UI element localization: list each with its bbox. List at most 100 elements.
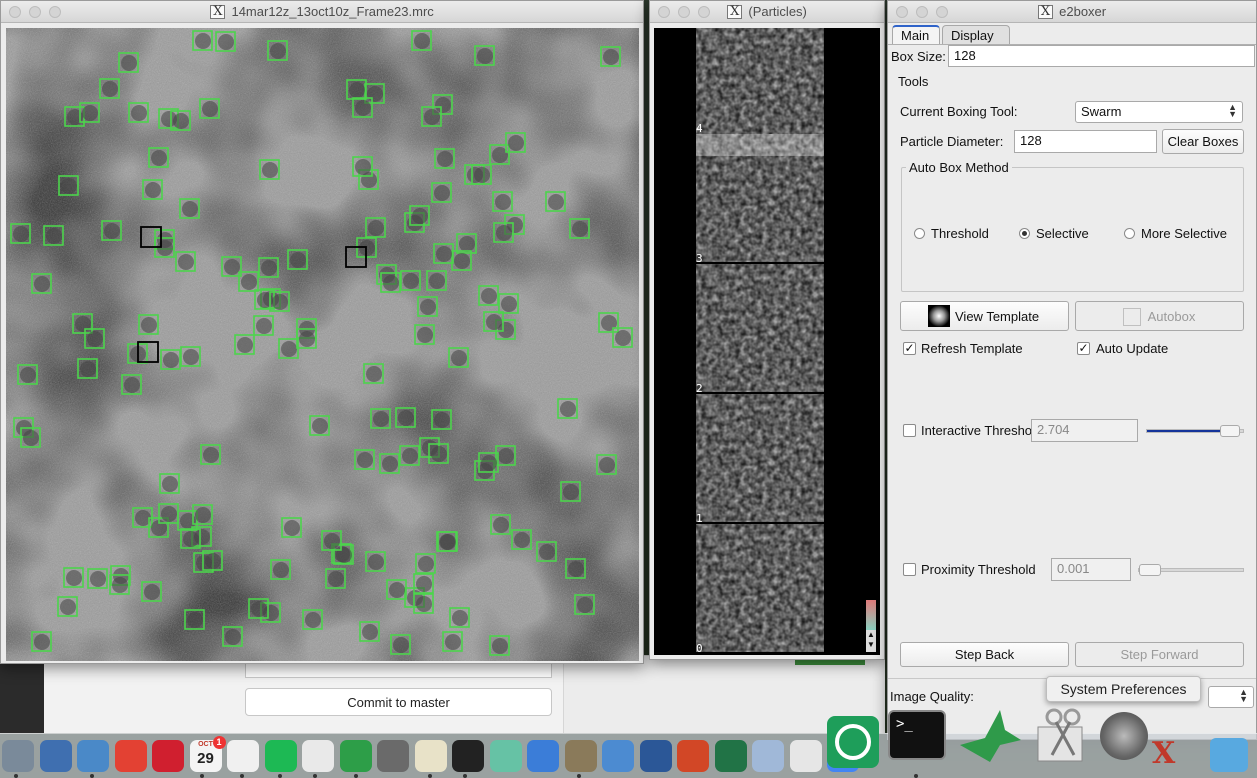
scissors-icon[interactable] (1034, 705, 1090, 765)
particles-scroll-indicator[interactable]: ▲ ▼ (866, 600, 876, 652)
zoom-button[interactable] (49, 6, 61, 18)
auto-update-checkbox[interactable]: ✓ (1077, 342, 1090, 355)
particle-tile[interactable] (696, 134, 824, 262)
system-preferences-icon[interactable] (1100, 712, 1148, 760)
particle-tile[interactable] (696, 524, 824, 652)
interactive-threshold-label[interactable]: Interactive Threshold (921, 423, 1042, 438)
micrograph-svg[interactable] (6, 28, 639, 661)
step-back-button[interactable]: Step Back (900, 642, 1069, 667)
interactive-threshold-thumb[interactable] (1219, 425, 1240, 437)
terminal-icon[interactable]: >_ (888, 710, 946, 760)
tab-main[interactable]: Main (892, 25, 940, 44)
xquartz-icon[interactable]: X (1152, 736, 1192, 771)
step-forward-button[interactable]: Step Forward (1075, 642, 1244, 667)
threshold-radio-label[interactable]: Threshold (931, 226, 989, 241)
particle-tile[interactable] (696, 394, 824, 522)
particles-window[interactable]: X (Particles) 4 3 2 1 0 ▲ ▼ (649, 0, 885, 660)
particles-strip[interactable]: 4 3 2 1 0 ▲ ▼ (654, 28, 880, 655)
autobox-label: Autobox (1147, 308, 1196, 324)
proximity-threshold-value[interactable]: 0.001 (1051, 558, 1131, 581)
chrome-icon[interactable] (114, 740, 147, 772)
micrograph-image[interactable] (6, 28, 639, 661)
snowflake-icon[interactable] (827, 716, 879, 768)
preview2-icon[interactable] (789, 740, 822, 772)
auto-box-method-label: Auto Box Method (906, 160, 1012, 175)
threshold-radio[interactable] (914, 228, 925, 239)
more-selective-radio[interactable] (1124, 228, 1135, 239)
downloads-icon[interactable] (1210, 738, 1248, 772)
word-icon[interactable] (639, 740, 672, 772)
running-indicator (313, 774, 317, 778)
select-arrows-icon: ▲ ▼ (1228, 102, 1237, 119)
quicktime-icon[interactable] (377, 740, 409, 772)
running-indicator (354, 774, 358, 778)
zoom-button[interactable] (936, 6, 948, 18)
zoom-button[interactable] (698, 6, 710, 18)
micrograph-titlebar[interactable]: X 14mar12z_13oct10z_Frame23.mrc (1, 1, 643, 23)
finder-icon[interactable] (2, 740, 34, 772)
numbers-icon[interactable] (527, 740, 559, 772)
minimize-button[interactable] (29, 6, 41, 18)
view-template-button[interactable]: View Template (900, 301, 1069, 331)
particles-titlebar[interactable]: X (Particles) (650, 1, 884, 23)
x11-icon: X (210, 4, 226, 19)
running-indicator (463, 774, 467, 778)
autobox-button[interactable]: Autobox (1075, 301, 1244, 331)
proximity-threshold-slider[interactable] (1138, 564, 1244, 576)
evernote-icon[interactable] (339, 740, 372, 772)
itunes-icon[interactable] (302, 740, 334, 772)
selective-radio[interactable] (1019, 228, 1030, 239)
atom-icon[interactable] (489, 740, 522, 772)
running-indicator (278, 774, 282, 778)
spotify-icon[interactable] (264, 740, 297, 772)
excel-icon[interactable] (714, 740, 747, 772)
e2boxer-window[interactable]: X e2boxer Main Display Box Size: 128 Too… (887, 0, 1257, 740)
close-button[interactable] (896, 6, 908, 18)
close-button[interactable] (658, 6, 670, 18)
scrivener-icon[interactable] (227, 740, 259, 772)
close-button[interactable] (9, 6, 21, 18)
interactive-threshold-checkbox[interactable] (903, 424, 916, 437)
github-icon[interactable] (452, 740, 484, 772)
window-controls (9, 6, 61, 18)
preview-icon[interactable] (77, 740, 109, 772)
boxing-tool-select[interactable]: Swarm ▲ ▼ (1075, 101, 1243, 123)
more-selective-radio-label[interactable]: More Selective (1141, 226, 1227, 241)
boxing-tool-value: Swarm (1081, 104, 1122, 119)
quicken-icon[interactable] (152, 740, 184, 772)
textedit-icon[interactable] (414, 740, 447, 772)
select-arrows-icon: ▲ ▼ (1239, 687, 1248, 704)
xcode-icon[interactable] (752, 740, 784, 772)
hummingbird-icon[interactable] (955, 700, 1025, 770)
particles-title: (Particles) (748, 4, 807, 19)
particle-diameter-input[interactable]: 128 (1014, 130, 1157, 153)
tab-display[interactable]: Display (942, 25, 1010, 44)
selective-radio-label[interactable]: Selective (1036, 226, 1089, 241)
refresh-template-checkbox[interactable]: ✓ (903, 342, 916, 355)
micrograph-window[interactable]: X 14mar12z_13oct10z_Frame23.mrc (0, 0, 644, 664)
minimize-button[interactable] (678, 6, 690, 18)
calendar-icon[interactable]: OCT 29 1 (189, 736, 226, 772)
refresh-template-label[interactable]: Refresh Template (921, 341, 1023, 356)
launchpad-icon[interactable] (39, 740, 72, 772)
keynote-icon[interactable] (602, 740, 634, 772)
window-controls (658, 6, 710, 18)
proximity-threshold-label[interactable]: Proximity Threshold (921, 562, 1036, 577)
gimp-icon[interactable] (564, 740, 597, 772)
proximity-threshold-checkbox[interactable] (903, 563, 916, 576)
scroll-arrows-icon[interactable]: ▲ ▼ (866, 630, 876, 652)
interactive-threshold-value[interactable]: 2.704 (1031, 419, 1138, 442)
clear-boxes-button[interactable]: Clear Boxes (1162, 129, 1244, 154)
e2boxer-titlebar[interactable]: X e2boxer (888, 1, 1256, 23)
particle-tile[interactable] (696, 264, 824, 392)
minimize-button[interactable] (916, 6, 928, 18)
commit-to-master-button[interactable]: Commit to master (245, 688, 552, 716)
proximity-threshold-thumb[interactable] (1139, 564, 1161, 576)
powerpoint-icon[interactable] (677, 740, 709, 772)
interactive-threshold-slider[interactable] (1146, 425, 1244, 437)
image-quality-select[interactable]: ▲ ▼ (1208, 686, 1254, 708)
particle-index: 0 (696, 642, 703, 655)
box-size-input[interactable]: 128 (948, 45, 1255, 67)
auto-update-label[interactable]: Auto Update (1096, 341, 1168, 356)
commit-message-box[interactable] (245, 664, 552, 678)
